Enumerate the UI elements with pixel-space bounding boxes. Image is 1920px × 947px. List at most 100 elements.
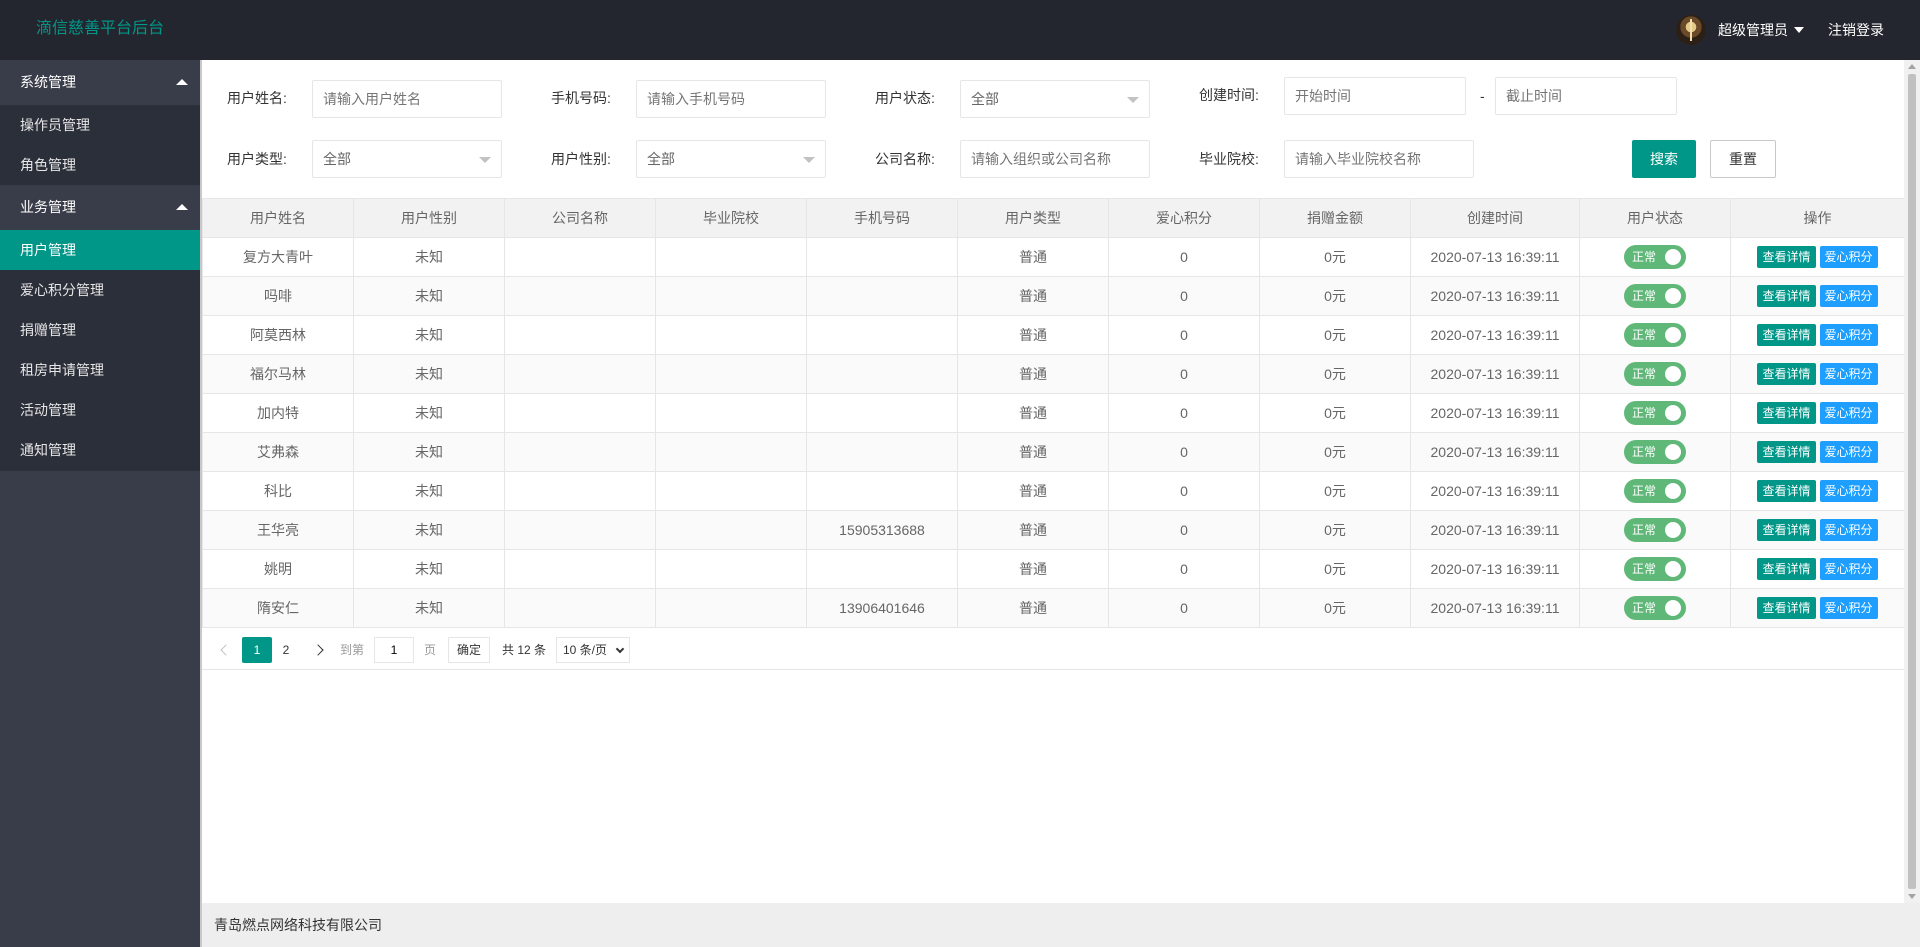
- love-points-button[interactable]: 爱心积分: [1819, 441, 1878, 463]
- cell-phone: [806, 471, 958, 511]
- status-toggle[interactable]: 正常: [1624, 284, 1686, 308]
- cell-phone: [806, 354, 958, 394]
- cell-actions: 查看详情 爱心积分: [1730, 549, 1905, 589]
- sidebar-item-operator[interactable]: 操作员管理: [0, 105, 200, 145]
- table-header-row: 用户姓名 用户性别 公司名称 毕业院校 手机号码 用户类型 爱心积分 捐赠金额 …: [202, 198, 1905, 238]
- nav-group-business[interactable]: 业务管理: [0, 185, 200, 230]
- col-header-points: 爱心积分: [1108, 198, 1260, 238]
- cell-phone: [806, 393, 958, 433]
- end-time-input[interactable]: [1495, 77, 1677, 115]
- view-detail-button[interactable]: 查看详情: [1757, 519, 1816, 541]
- status-toggle[interactable]: 正常: [1624, 401, 1686, 425]
- status-toggle[interactable]: 正常: [1624, 518, 1686, 542]
- view-detail-button[interactable]: 查看详情: [1757, 441, 1816, 463]
- gender-select[interactable]: 全部: [636, 140, 826, 178]
- love-points-button[interactable]: 爱心积分: [1819, 519, 1878, 541]
- cell-company: [504, 276, 656, 316]
- cell-school: [655, 393, 807, 433]
- status-toggle[interactable]: 正常: [1624, 323, 1686, 347]
- sidebar-item-love-points[interactable]: 爱心积分管理: [0, 270, 200, 310]
- cell-points: 0: [1108, 393, 1260, 433]
- status-toggle-label: 正常: [1632, 562, 1657, 576]
- caret-down-icon[interactable]: [1794, 27, 1804, 33]
- status-toggle-label: 正常: [1632, 367, 1657, 381]
- page-1-button[interactable]: 1: [242, 637, 272, 663]
- sidebar-item-rental[interactable]: 租房申请管理: [0, 350, 200, 390]
- search-button[interactable]: 搜索: [1632, 140, 1696, 178]
- cell-created: 2020-07-13 16:39:11: [1410, 510, 1580, 550]
- status-toggle[interactable]: 正常: [1624, 479, 1686, 503]
- company-input[interactable]: [960, 140, 1150, 178]
- love-points-button[interactable]: 爱心积分: [1819, 285, 1878, 307]
- love-points-button[interactable]: 爱心积分: [1819, 402, 1878, 424]
- logout-link[interactable]: 注销登录: [1828, 20, 1884, 40]
- page-size-select[interactable]: 10 条/页: [556, 637, 630, 663]
- cell-status: 正常: [1579, 549, 1731, 589]
- sidebar-item-donations[interactable]: 捐赠管理: [0, 310, 200, 350]
- app-logo[interactable]: 滴信慈善平台后台: [36, 0, 164, 58]
- status-toggle[interactable]: 正常: [1624, 440, 1686, 464]
- scrollbar-thumb[interactable]: [1908, 74, 1916, 889]
- goto-page-input[interactable]: [374, 637, 414, 663]
- phone-input[interactable]: [636, 80, 826, 118]
- scroll-down-icon[interactable]: [1908, 894, 1916, 899]
- collapse-up-icon: [176, 79, 188, 85]
- toggle-knob: [1665, 483, 1681, 499]
- toggle-knob: [1665, 405, 1681, 421]
- view-detail-button[interactable]: 查看详情: [1757, 246, 1816, 268]
- name-input[interactable]: [312, 80, 502, 118]
- cell-type: 普通: [957, 276, 1109, 316]
- user-name[interactable]: 超级管理员: [1718, 20, 1788, 40]
- next-page-icon[interactable]: [312, 644, 324, 656]
- view-detail-button[interactable]: 查看详情: [1757, 480, 1816, 502]
- school-input[interactable]: [1284, 140, 1474, 178]
- sidebar-item-users[interactable]: 用户管理: [0, 230, 200, 270]
- sidebar-item-notices[interactable]: 通知管理: [0, 430, 200, 470]
- reset-button[interactable]: 重置: [1710, 140, 1776, 178]
- avatar[interactable]: [1676, 15, 1706, 45]
- view-detail-button[interactable]: 查看详情: [1757, 324, 1816, 346]
- cell-actions: 查看详情 爱心积分: [1730, 276, 1905, 316]
- scroll-up-icon[interactable]: [1908, 64, 1916, 69]
- love-points-button[interactable]: 爱心积分: [1819, 597, 1878, 619]
- view-detail-button[interactable]: 查看详情: [1757, 597, 1816, 619]
- status-toggle[interactable]: 正常: [1624, 362, 1686, 386]
- cell-amount: 0元: [1259, 549, 1411, 589]
- cell-name: 复方大青叶: [202, 237, 354, 277]
- start-time-input[interactable]: [1284, 77, 1466, 115]
- view-detail-button[interactable]: 查看详情: [1757, 558, 1816, 580]
- main-content: 用户姓名: 手机号码: 用户状态: 全部 创建时间: - 用户类型: 全部 用户…: [202, 60, 1905, 903]
- cell-points: 0: [1108, 354, 1260, 394]
- type-select[interactable]: 全部: [312, 140, 502, 178]
- cell-type: 普通: [957, 510, 1109, 550]
- status-toggle-label: 正常: [1632, 328, 1657, 342]
- pagination: 1 2 到第 页 确定 共 12 条 10 条/页: [202, 630, 1904, 670]
- cell-points: 0: [1108, 432, 1260, 472]
- view-detail-button[interactable]: 查看详情: [1757, 402, 1816, 424]
- status-toggle[interactable]: 正常: [1624, 557, 1686, 581]
- sidebar-item-activities[interactable]: 活动管理: [0, 390, 200, 430]
- goto-confirm-button[interactable]: 确定: [448, 637, 491, 663]
- status-select[interactable]: 全部: [960, 80, 1150, 118]
- love-points-button[interactable]: 爱心积分: [1819, 480, 1878, 502]
- prev-page-icon[interactable]: [220, 644, 232, 656]
- cell-points: 0: [1108, 315, 1260, 355]
- main-scrollbar[interactable]: [1904, 60, 1920, 903]
- love-points-button[interactable]: 爱心积分: [1819, 363, 1878, 385]
- love-points-button[interactable]: 爱心积分: [1819, 558, 1878, 580]
- love-points-button[interactable]: 爱心积分: [1819, 246, 1878, 268]
- cell-gender: 未知: [353, 276, 505, 316]
- cell-actions: 查看详情 爱心积分: [1730, 432, 1905, 472]
- nav-group-system[interactable]: 系统管理: [0, 60, 200, 105]
- cell-points: 0: [1108, 588, 1260, 628]
- sidebar-item-role[interactable]: 角色管理: [0, 145, 200, 185]
- school-label: 毕业院校:: [1199, 151, 1259, 167]
- page-2-button[interactable]: 2: [276, 637, 296, 663]
- cell-created: 2020-07-13 16:39:11: [1410, 276, 1580, 316]
- love-points-button[interactable]: 爱心积分: [1819, 324, 1878, 346]
- status-toggle[interactable]: 正常: [1624, 596, 1686, 620]
- col-header-phone: 手机号码: [806, 198, 958, 238]
- view-detail-button[interactable]: 查看详情: [1757, 363, 1816, 385]
- status-toggle[interactable]: 正常: [1624, 245, 1686, 269]
- view-detail-button[interactable]: 查看详情: [1757, 285, 1816, 307]
